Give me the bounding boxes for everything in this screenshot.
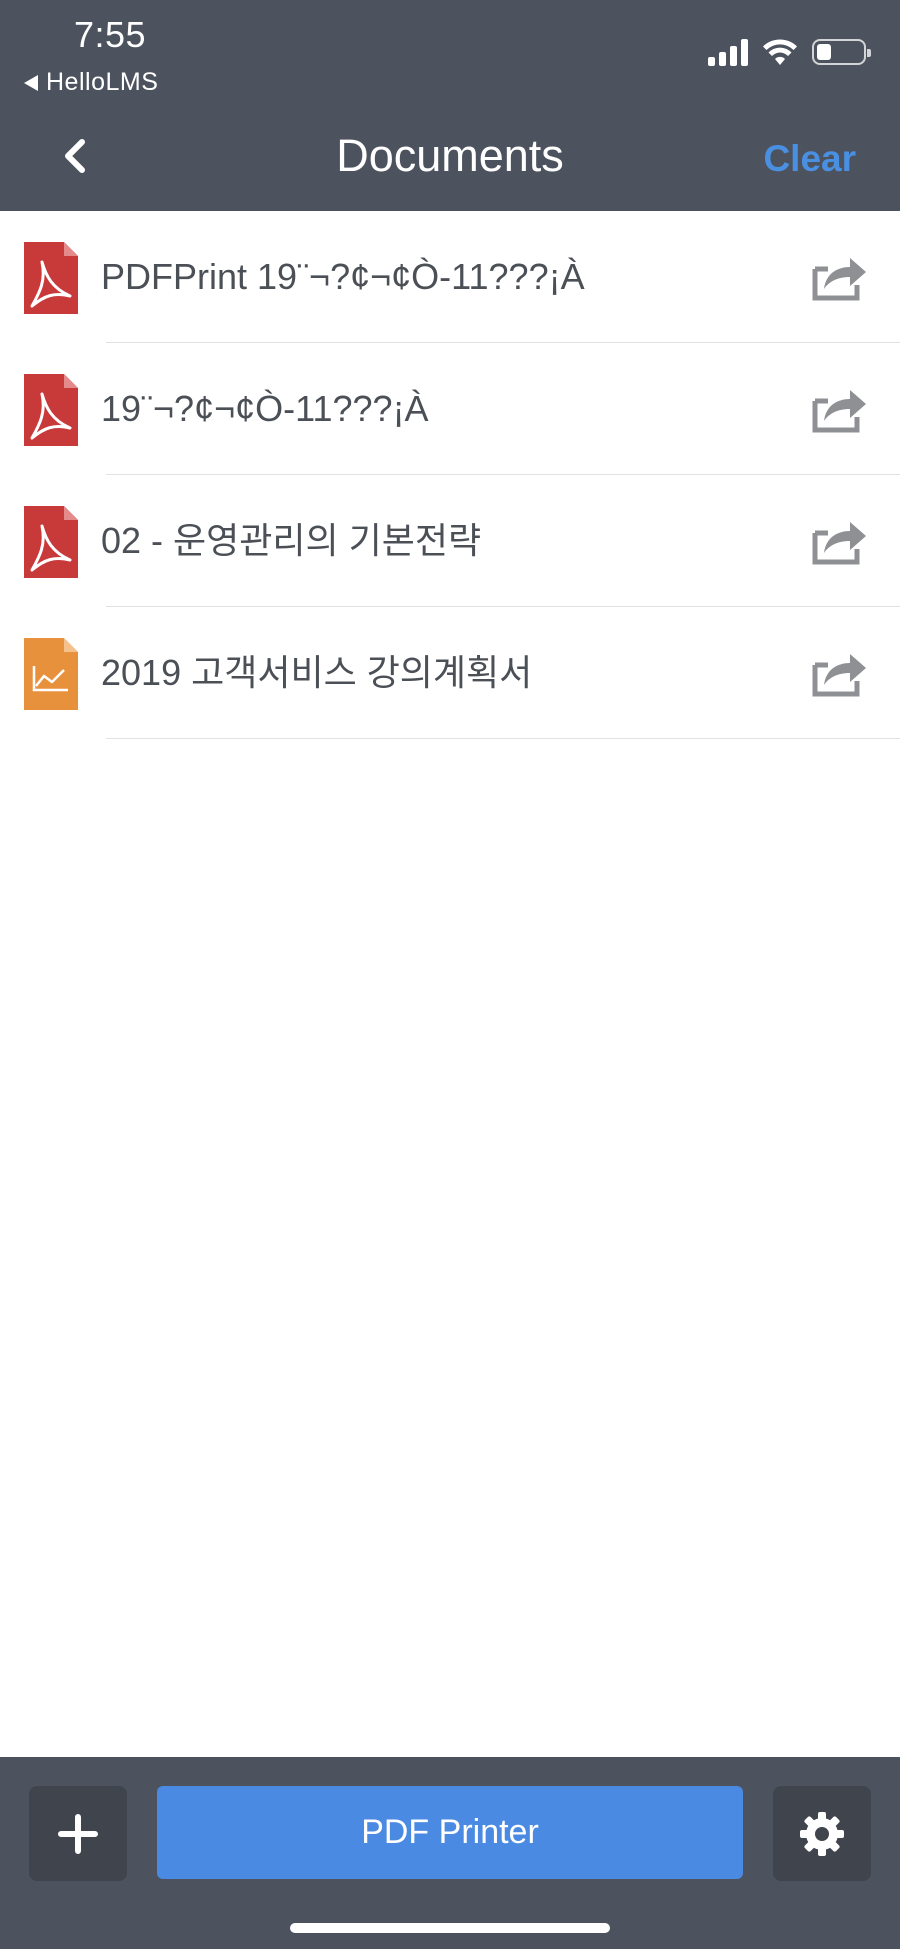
document-name: PDFPrint 19¨¬?¢¬¢Ò-11???¡À: [101, 256, 585, 297]
add-button[interactable]: [29, 1786, 127, 1881]
pdf-file-icon: [24, 374, 78, 446]
signal-icon: [708, 38, 748, 66]
document-row[interactable]: 19¨¬?¢¬¢Ò-11???¡À: [0, 343, 900, 475]
document-name: 19¨¬?¢¬¢Ò-11???¡À: [101, 388, 429, 429]
back-to-app[interactable]: HelloLMS: [24, 68, 158, 97]
document-name: 02 - 운영관리의 기본전략: [101, 520, 482, 561]
settings-button[interactable]: [773, 1786, 871, 1881]
back-app-label: HelloLMS: [46, 68, 159, 96]
pdf-file-icon: [24, 506, 78, 578]
share-icon[interactable]: [812, 255, 868, 301]
document-list: PDFPrint 19¨¬?¢¬¢Ò-11???¡À 19¨¬?¢¬¢Ò-11?…: [0, 211, 900, 739]
clear-button[interactable]: Clear: [763, 138, 856, 180]
plus-icon: [58, 1813, 98, 1854]
document-row[interactable]: 02 - 운영관리의 기본전략: [0, 475, 900, 607]
share-icon[interactable]: [812, 651, 868, 697]
battery-icon: [812, 39, 871, 65]
share-icon[interactable]: [812, 519, 868, 565]
share-icon[interactable]: [812, 387, 868, 433]
document-row[interactable]: PDFPrint 19¨¬?¢¬¢Ò-11???¡À: [0, 211, 900, 343]
home-indicator[interactable]: [290, 1923, 610, 1933]
back-triangle-icon: [24, 74, 38, 91]
wifi-icon: [763, 39, 797, 65]
status-time: 7:55: [74, 14, 147, 55]
document-row[interactable]: 2019 고객서비스 강의계획서: [0, 607, 900, 739]
chart-file-icon: [24, 638, 78, 710]
pdf-file-icon: [24, 242, 78, 314]
status-icons: [708, 38, 871, 66]
document-name: 2019 고객서비스 강의계획서: [101, 652, 533, 693]
gear-icon: [800, 1811, 844, 1856]
top-bar: 7:55 HelloLMS Documents Clear: [0, 0, 900, 211]
bottom-toolbar: PDF Printer: [0, 1757, 900, 1949]
pdf-printer-button[interactable]: PDF Printer: [157, 1786, 743, 1879]
